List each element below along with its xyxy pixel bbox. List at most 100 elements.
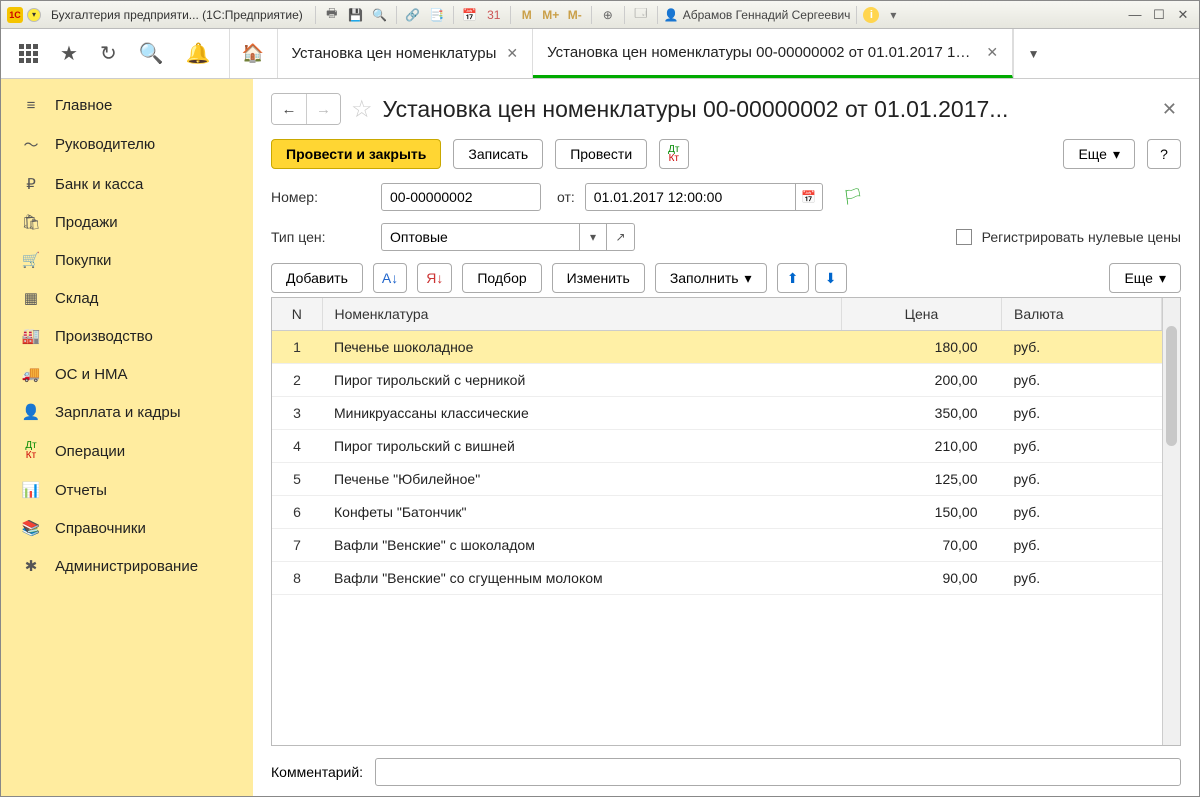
col-n[interactable]: N: [272, 298, 322, 331]
titlebar: 1C ▾ Бухгалтерия предприяти... (1С:Предп…: [1, 1, 1199, 29]
sidebar-item-catalogs[interactable]: 📚Справочники: [1, 509, 253, 547]
info-dropdown[interactable]: ▾: [883, 6, 903, 24]
sidebar-item-main[interactable]: ≡Главное: [1, 87, 253, 124]
close-window-button[interactable]: ✕: [1173, 6, 1193, 24]
dtkt-icon: ДтКт: [21, 441, 41, 461]
pick-button[interactable]: Подбор: [462, 263, 541, 293]
sort-desc-button[interactable]: Я↓: [417, 263, 452, 293]
table-row[interactable]: 6Конфеты "Батончик"150,00руб.: [272, 496, 1162, 529]
post-and-close-button[interactable]: Провести и закрыть: [271, 139, 441, 169]
comment-input[interactable]: [375, 758, 1181, 786]
sidebar-item-bank[interactable]: ₽Банк и касса: [1, 165, 253, 203]
chart-icon: 〜: [21, 134, 41, 155]
memory-mminus-icon[interactable]: M-: [565, 6, 585, 24]
maximize-button[interactable]: ☐: [1149, 6, 1169, 24]
more-button[interactable]: Еще ▾: [1063, 139, 1135, 169]
sidebar-item-warehouse[interactable]: ▦Склад: [1, 279, 253, 317]
info-icon[interactable]: i: [863, 7, 879, 23]
table-toolbar: Добавить А↓ Я↓ Подбор Изменить Заполнить…: [271, 263, 1181, 293]
sidebar-item-manager[interactable]: 〜 Руководителю: [1, 124, 253, 165]
close-document-icon[interactable]: ✕: [1158, 99, 1181, 120]
save-icon[interactable]: 💾: [346, 6, 366, 24]
cell-n: 5: [272, 463, 322, 496]
from-label: от:: [557, 189, 575, 205]
dtkt-button[interactable]: ДтКт: [659, 139, 688, 169]
table-row[interactable]: 7Вафли "Венские" с шоколадом70,00руб.: [272, 529, 1162, 562]
col-price[interactable]: Цена: [842, 298, 1002, 331]
zero-prices-checkbox[interactable]: [956, 229, 972, 245]
windows-icon[interactable]: 🗔: [631, 6, 651, 24]
table-row[interactable]: 2Пирог тирольский с черникой200,00руб.: [272, 364, 1162, 397]
table-row[interactable]: 1Печенье шоколадное180,00руб.: [272, 331, 1162, 364]
tab-close-icon[interactable]: ✕: [506, 45, 518, 62]
sidebar-item-production[interactable]: 🏭Производство: [1, 317, 253, 355]
price-table: N Номенклатура Цена Валюта 1Печенье шоко…: [271, 297, 1181, 746]
tab-close-icon[interactable]: ✕: [986, 44, 998, 61]
number-input[interactable]: [381, 183, 541, 211]
tab-price-doc[interactable]: Установка цен номенклатуры 00-00000002 о…: [533, 29, 1013, 78]
minimize-button[interactable]: —: [1125, 6, 1145, 24]
table-more-button[interactable]: Еще ▾: [1109, 263, 1181, 293]
table-row[interactable]: 3Миникруассаны классические350,00руб.: [272, 397, 1162, 430]
zoom-icon[interactable]: ⊕: [598, 6, 618, 24]
tabs-overflow-button[interactable]: ▼: [1013, 29, 1053, 78]
home-tab[interactable]: 🏠: [230, 29, 278, 78]
dropdown-icon[interactable]: ▾: [579, 223, 607, 251]
search-icon[interactable]: 🔍: [139, 41, 164, 66]
sidebar-item-label: Руководителю: [55, 136, 155, 153]
link-icon[interactable]: 🔗: [403, 6, 423, 24]
memory-mplus-icon[interactable]: M+: [541, 6, 561, 24]
comment-row: Комментарий:: [271, 758, 1181, 786]
table-scrollbar[interactable]: [1162, 298, 1180, 745]
sidebar-item-sales[interactable]: 🛍Продажи: [1, 203, 253, 241]
cell-name: Конфеты "Батончик": [322, 496, 842, 529]
calendar-31-icon[interactable]: 31: [484, 6, 504, 24]
sidebar-item-operations[interactable]: ДтКтОперации: [1, 431, 253, 471]
calendar-icon[interactable]: 📅: [460, 6, 480, 24]
system-menu-dropdown[interactable]: ▾: [27, 8, 41, 22]
table-row[interactable]: 8Вафли "Венские" со сгущенным молоком90,…: [272, 562, 1162, 595]
sidebar-item-label: ОС и НМА: [55, 366, 128, 383]
sidebar-item-assets[interactable]: 🚚ОС и НМА: [1, 355, 253, 393]
write-button[interactable]: Записать: [453, 139, 543, 169]
sort-asc-button[interactable]: А↓: [373, 263, 407, 293]
calendar-picker-icon[interactable]: 📅: [795, 183, 823, 211]
notifications-icon[interactable]: 🔔: [186, 41, 211, 66]
main-content: ← → ☆ Установка цен номенклатуры 00-0000…: [253, 79, 1199, 796]
back-button[interactable]: ←: [272, 94, 306, 124]
table-row[interactable]: 4Пирог тирольский с вишней210,00руб.: [272, 430, 1162, 463]
change-button[interactable]: Изменить: [552, 263, 645, 293]
fill-button[interactable]: Заполнить ▾: [655, 263, 767, 293]
sidebar-item-reports[interactable]: 📊Отчеты: [1, 471, 253, 509]
copy-icon[interactable]: 📑: [427, 6, 447, 24]
sidebar-item-hr[interactable]: 👤Зарплата и кадры: [1, 393, 253, 431]
move-down-button[interactable]: ⬇: [815, 263, 847, 293]
apps-grid-icon[interactable]: [19, 44, 38, 63]
date-input[interactable]: [585, 183, 795, 211]
table-row[interactable]: 5Печенье "Юбилейное"125,00руб.: [272, 463, 1162, 496]
print-icon[interactable]: 🖶: [322, 6, 342, 24]
favorites-icon[interactable]: ★: [60, 41, 78, 66]
post-button[interactable]: Провести: [555, 139, 647, 169]
move-up-button[interactable]: ⬆: [777, 263, 809, 293]
favorite-star-icon[interactable]: ☆: [351, 95, 373, 124]
tab-price-list[interactable]: Установка цен номенклатуры ✕: [278, 29, 534, 78]
reports-icon: 📊: [21, 481, 41, 499]
cell-n: 6: [272, 496, 322, 529]
scrollbar-thumb[interactable]: [1166, 326, 1177, 446]
sidebar-item-purchases[interactable]: 🛒Покупки: [1, 241, 253, 279]
sidebar-item-admin[interactable]: ✱Администрирование: [1, 547, 253, 585]
current-user[interactable]: 👤 Абрамов Геннадий Сергеевич: [664, 8, 851, 22]
add-row-button[interactable]: Добавить: [271, 263, 363, 293]
forward-button[interactable]: →: [306, 94, 340, 124]
help-button[interactable]: ?: [1147, 139, 1181, 169]
col-name[interactable]: Номенклатура: [322, 298, 842, 331]
col-currency[interactable]: Валюта: [1002, 298, 1162, 331]
memory-m-icon[interactable]: M: [517, 6, 537, 24]
user-name: Абрамов Геннадий Сергеевич: [683, 8, 851, 22]
pricetype-input[interactable]: [381, 223, 579, 251]
history-icon[interactable]: ↻: [100, 41, 117, 66]
open-ref-icon[interactable]: ↗: [607, 223, 635, 251]
preview-icon[interactable]: 🔍: [370, 6, 390, 24]
chevron-down-icon: ▾: [745, 270, 752, 287]
